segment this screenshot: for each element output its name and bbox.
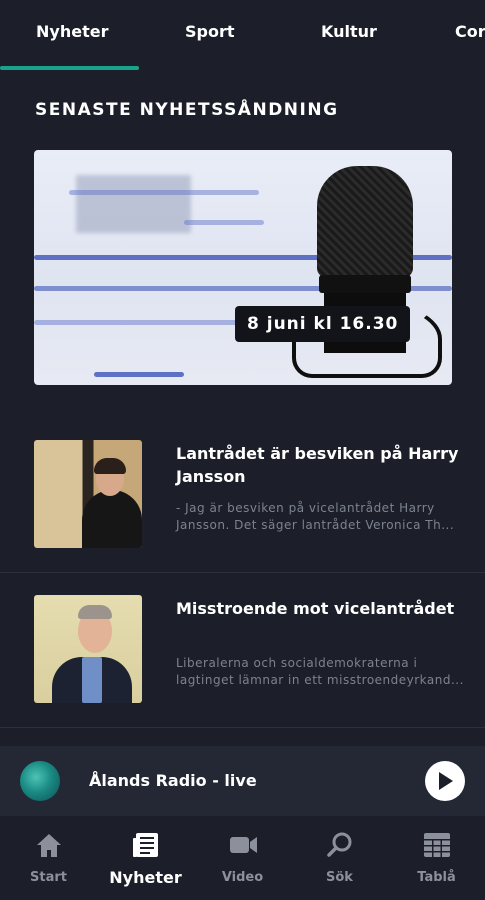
broadcast-time-label: 8 juni kl 16.30 [235, 306, 411, 342]
news-thumbnail [34, 595, 142, 703]
news-title: Misstroende mot vicelantrådet [176, 599, 455, 618]
news-title: Lantrådet är besviken på Harry Jansson [176, 444, 459, 486]
microphone-ring [319, 275, 411, 293]
tab-sport[interactable]: Sport [185, 22, 235, 41]
active-tab-indicator [0, 66, 139, 70]
station-avatar [20, 761, 60, 801]
play-icon [439, 772, 453, 790]
hero-image-wave [69, 190, 259, 195]
list-divider [0, 572, 485, 573]
nav-item-sok[interactable]: Sök [291, 816, 388, 900]
nav-label: Video [221, 870, 264, 885]
person-silhouette [82, 490, 142, 548]
nav-item-tabla[interactable]: Tablå [388, 816, 485, 900]
news-description: - Jag är besviken på vicelantrådet Harry… [176, 501, 455, 532]
person-hair [78, 605, 112, 619]
newspaper-icon [132, 833, 158, 857]
section-title: SENASTE NYHETSSÅNDNING [35, 100, 339, 120]
person-shirt [82, 657, 102, 703]
nav-item-nyheter[interactable]: Nyheter [97, 816, 194, 900]
news-description: Liberalerna och socialdemokraterna i lag… [176, 656, 464, 687]
hero-image-blur [76, 175, 191, 233]
nav-label: Sök [326, 870, 353, 885]
list-divider [0, 727, 485, 728]
person-hair [94, 458, 126, 474]
news-thumbnail [34, 440, 142, 548]
tab-kultur[interactable]: Kultur [321, 22, 377, 41]
nav-label: Nyheter [109, 868, 182, 887]
search-icon [326, 832, 351, 857]
nav-label: Tablå [417, 870, 456, 885]
player-title: Ålands Radio - live [89, 771, 257, 790]
nav-item-start[interactable]: Start [0, 816, 97, 900]
bottom-navigation: Start Nyheter Video Sök Tablå [0, 816, 485, 900]
tab-nyheter[interactable]: Nyheter [36, 22, 108, 41]
nav-item-video[interactable]: Video [194, 816, 291, 900]
hero-image-wave [94, 372, 184, 377]
nav-label: Start [30, 870, 67, 885]
live-radio-player[interactable]: Ålands Radio - live [0, 746, 485, 816]
hero-image-wave [184, 220, 264, 225]
tab-cor[interactable]: Cor [455, 22, 485, 41]
news-list-item[interactable]: Lantrådet är besviken på Harry Jansson -… [0, 440, 485, 573]
video-icon [229, 837, 257, 853]
microphone-image [317, 166, 413, 278]
top-tab-bar: Nyheter Sport Kultur Cor [0, 0, 485, 72]
play-button[interactable] [425, 761, 465, 801]
schedule-grid-icon [423, 833, 450, 857]
home-icon [36, 834, 61, 857]
latest-broadcast-card[interactable]: 8 juni kl 16.30 [34, 150, 452, 385]
news-list-item[interactable]: Misstroende mot vicelantrådet Liberalern… [0, 595, 485, 728]
